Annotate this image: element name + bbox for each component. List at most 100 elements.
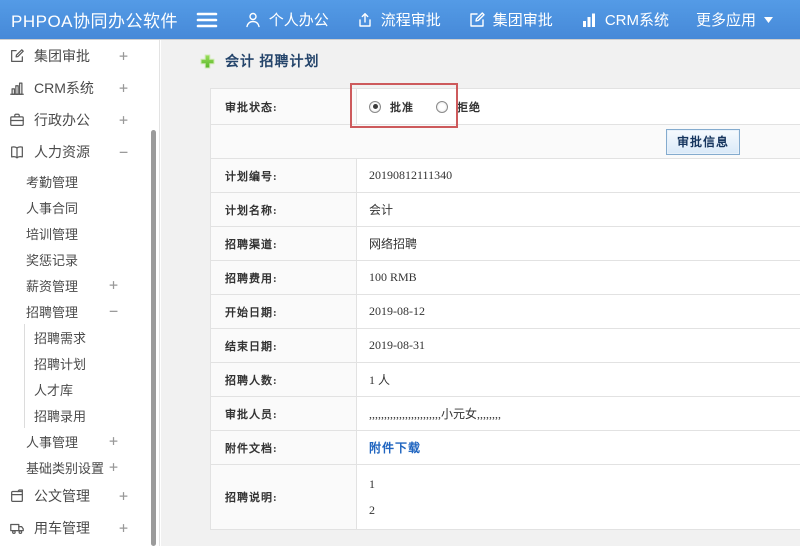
sidebar-item-16[interactable]: 基础类别设置 + [0,454,159,480]
radio-label: 拒绝 [457,101,481,114]
sidebar-item-3[interactable]: 行政办公 + [0,104,159,136]
field-label: 招聘人数: [211,363,357,396]
sidebar-menu: 集团审批 + CRM系统 + 行政办公 + 人力资源 − 考勤管理 人事合同 培训管理 奖惩记录 薪资管… [0,40,159,544]
expand-plus-icon[interactable]: + [119,520,128,536]
sidebar-item-4[interactable]: 人力资源 − [0,136,159,168]
field-value-line: 1 [369,477,375,491]
field-label: 结束日期: [211,329,357,362]
field-value: 网络招聘 [369,237,418,251]
expand-plus-icon[interactable]: + [109,277,118,293]
expand-plus-icon[interactable]: + [119,48,128,64]
sidebar-item-14[interactable]: 招聘录用 [0,402,159,428]
form-row: 开始日期: 2019-08-12 [211,295,800,329]
hamburger-menu-icon[interactable] [196,11,218,29]
form-row: 招聘人数: 1 人 [211,363,800,397]
form-row: 招聘费用: 100 RMB [211,261,800,295]
field-value: 2019-08-31 [369,338,425,352]
sidebar-item-12[interactable]: 招聘计划 [0,350,159,376]
field-label: 计划编号: [211,159,357,192]
sidebar-item-label: 基础类别设置 [26,460,105,476]
sidebar-item-label: CRM系统 [34,80,94,96]
attachment-download-link[interactable]: 附件下载 [369,439,421,456]
sidebar-item-5[interactable]: 考勤管理 [0,168,159,194]
field-value: ,,,,,,,,,,,,,,,,,,,,,,,,小元女,,,,,,,, [369,407,502,421]
page-title-text: 会计 招聘计划 [225,55,320,70]
sidebar-item-label: 招聘需求 [34,330,87,346]
form-row: 计划编号: 20190812111340 [211,159,800,193]
expand-plus-icon[interactable]: + [109,459,118,475]
button-row: 审批信息 [211,125,800,159]
expand-plus-icon[interactable]: + [119,80,128,96]
field-label: 开始日期: [211,295,357,328]
nav-item-personal[interactable]: 个人办公 [244,9,329,30]
radio-label: 批准 [390,101,414,114]
edit-icon [468,11,486,29]
page-title: 会计 招聘计划 [161,40,800,71]
bar-chart-icon [9,80,25,96]
sidebar-item-8[interactable]: 奖惩记录 [0,246,159,272]
field-label: 审批状态: [211,89,357,124]
nav-item-label: CRM系统 [604,12,669,29]
sidebar-item-label: 集团审批 [34,48,90,64]
radio-option-reject: 拒绝 [436,99,481,115]
field-label: 招聘费用: [211,261,357,294]
nav-item-label: 流程审批 [380,12,441,29]
top-nav: 个人办公 流程审批 集团审批 CRM系统 更多应用 [244,9,800,30]
nav-item-process[interactable]: 流程审批 [356,9,441,30]
sidebar-item-11[interactable]: 招聘需求 [0,324,159,350]
sidebar-item-1[interactable]: 集团审批 + [0,40,159,72]
field-value: 附件下载 [357,431,800,464]
sidebar-item-label: 人力资源 [34,144,90,160]
sidebar-item-13[interactable]: 人才库 [0,376,159,402]
book-icon [9,144,25,160]
field-label: 计划名称: [211,193,357,226]
sidebar-item-label: 招聘录用 [34,408,87,424]
sidebar-item-label: 招聘管理 [26,304,79,320]
approval-form: 审批状态: 批准 拒绝 审批信息 计划编号: 20190812111340 计划名称:… [210,88,800,530]
nav-item-crm[interactable]: CRM系统 [580,9,669,30]
edit-square-icon [9,48,25,64]
form-row: 计划名称: 会计 [211,193,800,227]
sidebar-item-6[interactable]: 人事合同 [0,194,159,220]
field-label: 招聘说明: [211,465,357,529]
sidebar-item-15[interactable]: 人事管理 + [0,428,159,454]
sidebar-item-label: 公文管理 [34,488,90,504]
main-content: 会计 招聘计划 审批状态: 批准 拒绝 审批信息 计划编号: 20190812111… [161,40,800,546]
approval-info-button[interactable]: 审批信息 [665,128,740,155]
doc-icon [9,488,25,504]
sidebar-item-7[interactable]: 培训管理 [0,220,159,246]
nav-item-more[interactable]: 更多应用 [696,9,773,30]
radio-reject[interactable] [436,100,448,113]
field-value: 2019-08-12 [369,304,425,318]
nav-item-label: 更多应用 [695,12,756,29]
field-value: 会计 [369,203,394,217]
expand-plus-icon[interactable]: + [119,112,128,128]
sidebar-item-label: 人才库 [34,382,74,398]
sidebar-item-label: 用车管理 [34,520,90,536]
truck-icon [9,520,25,536]
sidebar-item-label: 招聘计划 [34,356,87,372]
top-header: PHPOA协同办公软件 个人办公 流程审批 集团审批 CRM系统 更多应用 [0,0,800,40]
radio-option-approve: 批准 [369,99,414,115]
expand-plus-icon[interactable]: + [119,488,128,504]
sidebar-item-2[interactable]: CRM系统 + [0,72,159,104]
form-row: 审批人员: ,,,,,,,,,,,,,,,,,,,,,,,,小元女,,,,,,,, [211,397,800,431]
add-plus-icon [200,54,215,69]
sidebar-item-9[interactable]: 薪资管理 + [0,272,159,298]
radio-approve[interactable] [369,100,381,113]
nav-item-group[interactable]: 集团审批 [468,9,553,30]
sidebar-item-17[interactable]: 公文管理 + [0,480,159,512]
sidebar-item-label: 奖惩记录 [26,252,79,268]
field-value-line: 2 [369,503,375,517]
nav-item-label: 个人办公 [268,12,329,29]
sidebar-item-18[interactable]: 用车管理 + [0,512,159,544]
sidebar-item-10[interactable]: 招聘管理 − [0,298,159,324]
nav-item-label: 集团审批 [492,12,553,29]
briefcase-icon [9,112,25,128]
collapse-minus-icon[interactable]: − [109,303,118,319]
sidebar-item-label: 培训管理 [26,226,79,242]
form-row: 招聘渠道: 网络招聘 [211,227,800,261]
collapse-minus-icon[interactable]: − [119,144,128,160]
sidebar-scrollbar[interactable] [151,130,156,546]
expand-plus-icon[interactable]: + [109,433,118,449]
